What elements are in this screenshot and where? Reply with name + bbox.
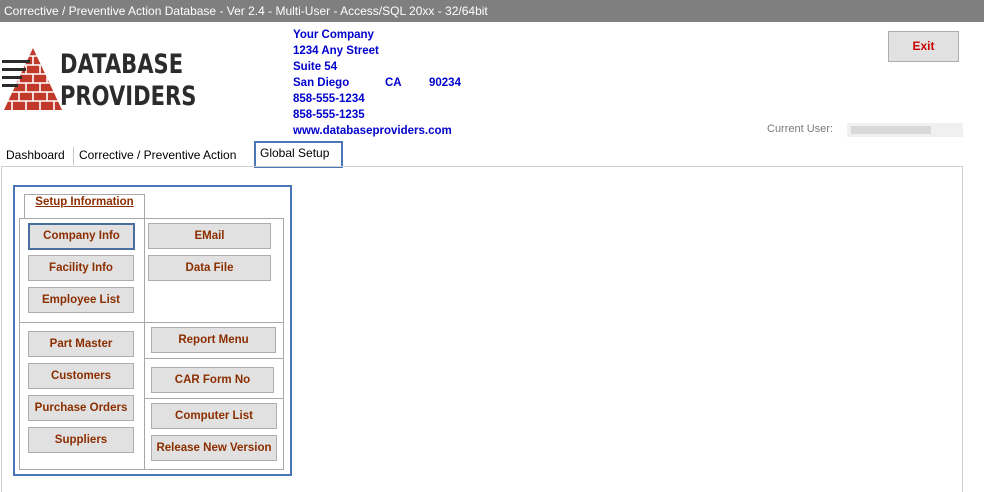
current-user-field [847,123,963,137]
customers-button[interactable]: Customers [28,363,134,389]
setup-title-box-top [24,194,145,195]
setup-grid-top [19,218,284,219]
company-logo: DATABASE PROVIDERS [2,46,196,116]
purchase-orders-button[interactable]: Purchase Orders [28,395,134,421]
setup-information-title: Setup Information [35,196,134,208]
company-address-line1: 1234 Any Street [293,45,379,57]
company-name: Your Company [293,29,374,41]
company-info-button[interactable]: Company Info [28,223,135,250]
company-address-line2: Suite 54 [293,61,338,73]
company-city: San Diego [293,77,350,89]
email-button[interactable]: EMail [148,223,271,249]
brick-roof-icon [2,48,62,110]
tab-corrective-preventive-action[interactable]: Corrective / Preventive Action [79,145,236,166]
logo-line-2: PROVIDERS [60,81,197,112]
current-user-label: Current User: [767,123,834,135]
setup-grid-right-divider-2 [144,398,284,399]
tab-separator [73,147,74,165]
current-user-value [851,126,931,134]
tab-global-setup[interactable]: Global Setup [260,143,329,164]
company-website: www.databaseproviders.com [293,125,452,137]
company-fax: 858-555-1235 [293,109,365,121]
company-state: CA [385,77,402,89]
setup-grid-center [144,218,145,470]
window-title-bar: Corrective / Preventive Action Database … [0,0,984,22]
release-new-version-button[interactable]: Release New Version [151,435,277,461]
setup-grid-left [19,218,20,470]
part-master-button[interactable]: Part Master [28,331,134,357]
setup-grid-right-divider-1 [144,358,284,359]
logo-line-1: DATABASE [60,49,184,80]
exit-button[interactable]: Exit [888,31,959,62]
suppliers-button[interactable]: Suppliers [28,427,134,453]
tab-dashboard[interactable]: Dashboard [6,145,65,166]
setup-grid-right [283,218,284,470]
setup-grid-bottom [19,469,284,470]
company-city-state-zip: San Diego CA 90234 [293,75,493,91]
data-file-button[interactable]: Data File [148,255,271,281]
computer-list-button[interactable]: Computer List [151,403,277,429]
company-zip: 90234 [429,77,461,89]
company-phone: 858-555-1234 [293,93,365,105]
company-address-block: Your Company 1234 Any Street Suite 54 Sa… [293,27,493,139]
report-menu-button[interactable]: Report Menu [151,327,276,353]
facility-info-button[interactable]: Facility Info [28,255,134,281]
setup-grid-middle [19,322,284,323]
employee-list-button[interactable]: Employee List [28,287,134,313]
car-form-no-button[interactable]: CAR Form No [151,367,274,393]
